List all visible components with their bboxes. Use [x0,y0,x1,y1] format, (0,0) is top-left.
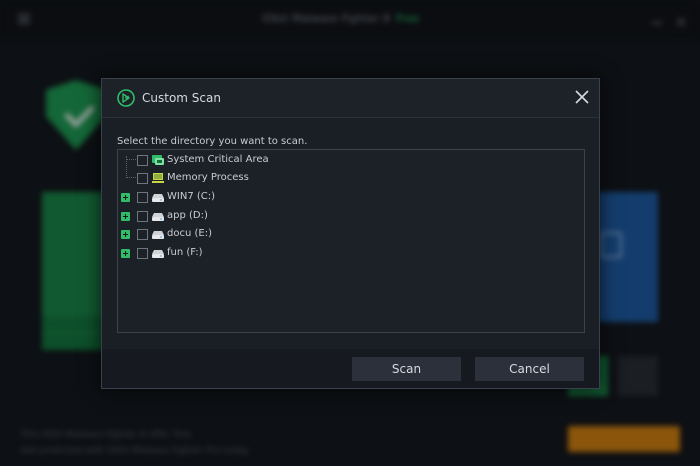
tree-item-label: docu (E:) [167,228,212,239]
drive-icon [152,194,164,202]
tree-item-checkbox[interactable] [137,211,148,222]
cancel-button[interactable]: Cancel [475,357,584,381]
directory-tree[interactable]: System Critical Area Memory Process WIN7… [117,149,585,333]
close-icon [575,90,589,104]
tree-item-label: fun (F:) [167,247,203,258]
iobit-logo-icon [117,89,135,107]
tree-item-checkbox[interactable] [137,192,148,203]
custom-scan-dialog: Custom Scan Select the directory you wan… [101,78,600,389]
app-window: IObit Malware Fighter 8 Free This IObit M… [0,0,700,466]
tree-item-label: app (D:) [167,210,208,221]
tree-item-drive-d[interactable]: app (D:) [118,208,578,226]
tree-item-checkbox[interactable] [137,229,148,240]
tree-item-label: System Critical Area [167,154,269,165]
expand-icon[interactable] [121,230,130,239]
tree-item-label: WIN7 (C:) [167,191,216,202]
tree-item-drive-e[interactable]: docu (E:) [118,226,578,244]
close-button[interactable] [574,89,590,105]
memory-icon [152,173,164,183]
tree-item-label: Memory Process [167,172,249,183]
expand-icon[interactable] [121,249,130,258]
expand-icon[interactable] [121,193,130,202]
scan-button[interactable]: Scan [352,357,461,381]
tree-item-drive-f[interactable]: fun (F:) [118,245,578,263]
tree-item-system-critical-area[interactable]: System Critical Area [118,152,578,170]
tree-item-memory-process[interactable]: Memory Process [118,170,578,188]
dialog-title: Custom Scan [142,91,221,105]
dialog-header: Custom Scan [102,79,599,118]
tree-item-checkbox[interactable] [137,155,148,166]
scan-instruction: Select the directory you want to scan. [117,136,308,147]
expand-icon[interactable] [121,212,130,221]
tree-item-checkbox[interactable] [137,248,148,259]
tree-item-drive-c[interactable]: WIN7 (C:) [118,189,578,207]
drive-icon [152,250,164,258]
system-critical-icon [152,155,164,165]
tree-item-checkbox[interactable] [137,173,148,184]
drive-icon [152,231,164,239]
drive-icon [152,213,164,221]
